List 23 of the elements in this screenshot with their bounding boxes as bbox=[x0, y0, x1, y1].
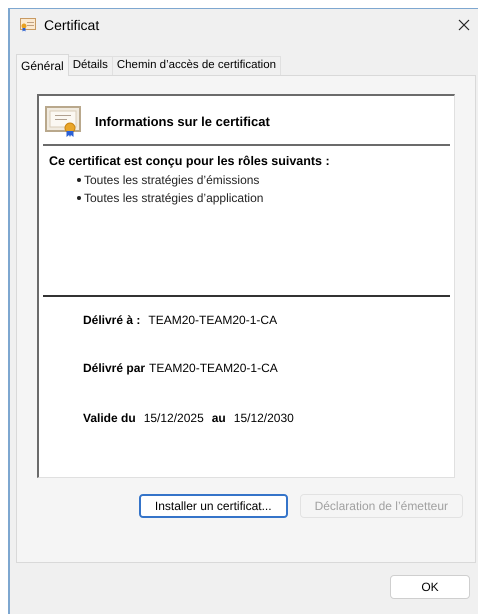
tab[interactable]: Général bbox=[16, 54, 69, 76]
field-value: TEAM20-TEAM20-1-CA bbox=[149, 360, 278, 377]
bullet-icon bbox=[77, 178, 81, 182]
window-title: Certificat bbox=[44, 16, 100, 34]
section-heading: Informations sur le certificat bbox=[95, 113, 270, 132]
certificate-icon bbox=[45, 106, 81, 138]
close-icon[interactable] bbox=[458, 19, 470, 31]
field-label: Délivré à : bbox=[83, 312, 140, 329]
field-value: 15/12/2030 bbox=[234, 410, 294, 427]
field-label: au bbox=[212, 410, 226, 427]
purpose-item: Toutes les stratégies d’émissions bbox=[84, 172, 260, 189]
tab[interactable]: Détails bbox=[68, 56, 113, 75]
field-value: TEAM20-TEAM20-1-CA bbox=[148, 312, 278, 329]
certificate-icon bbox=[20, 18, 36, 32]
purpose-title: Ce certificat est conçu pour les rôles suivants : bbox=[49, 153, 331, 170]
bullet-icon bbox=[77, 196, 81, 200]
install-certificate-button[interactable]: Installer un certificat... bbox=[138, 494, 288, 518]
ok-button[interactable]: OK bbox=[390, 575, 470, 599]
tab[interactable]: Chemin d’accès de certification bbox=[112, 56, 282, 75]
field-label: Délivré par bbox=[83, 360, 146, 377]
field-value: 15/12/2025 bbox=[144, 410, 204, 427]
purpose-item: Toutes les stratégies d’application bbox=[84, 190, 264, 207]
field-label: Valide du bbox=[83, 410, 136, 427]
